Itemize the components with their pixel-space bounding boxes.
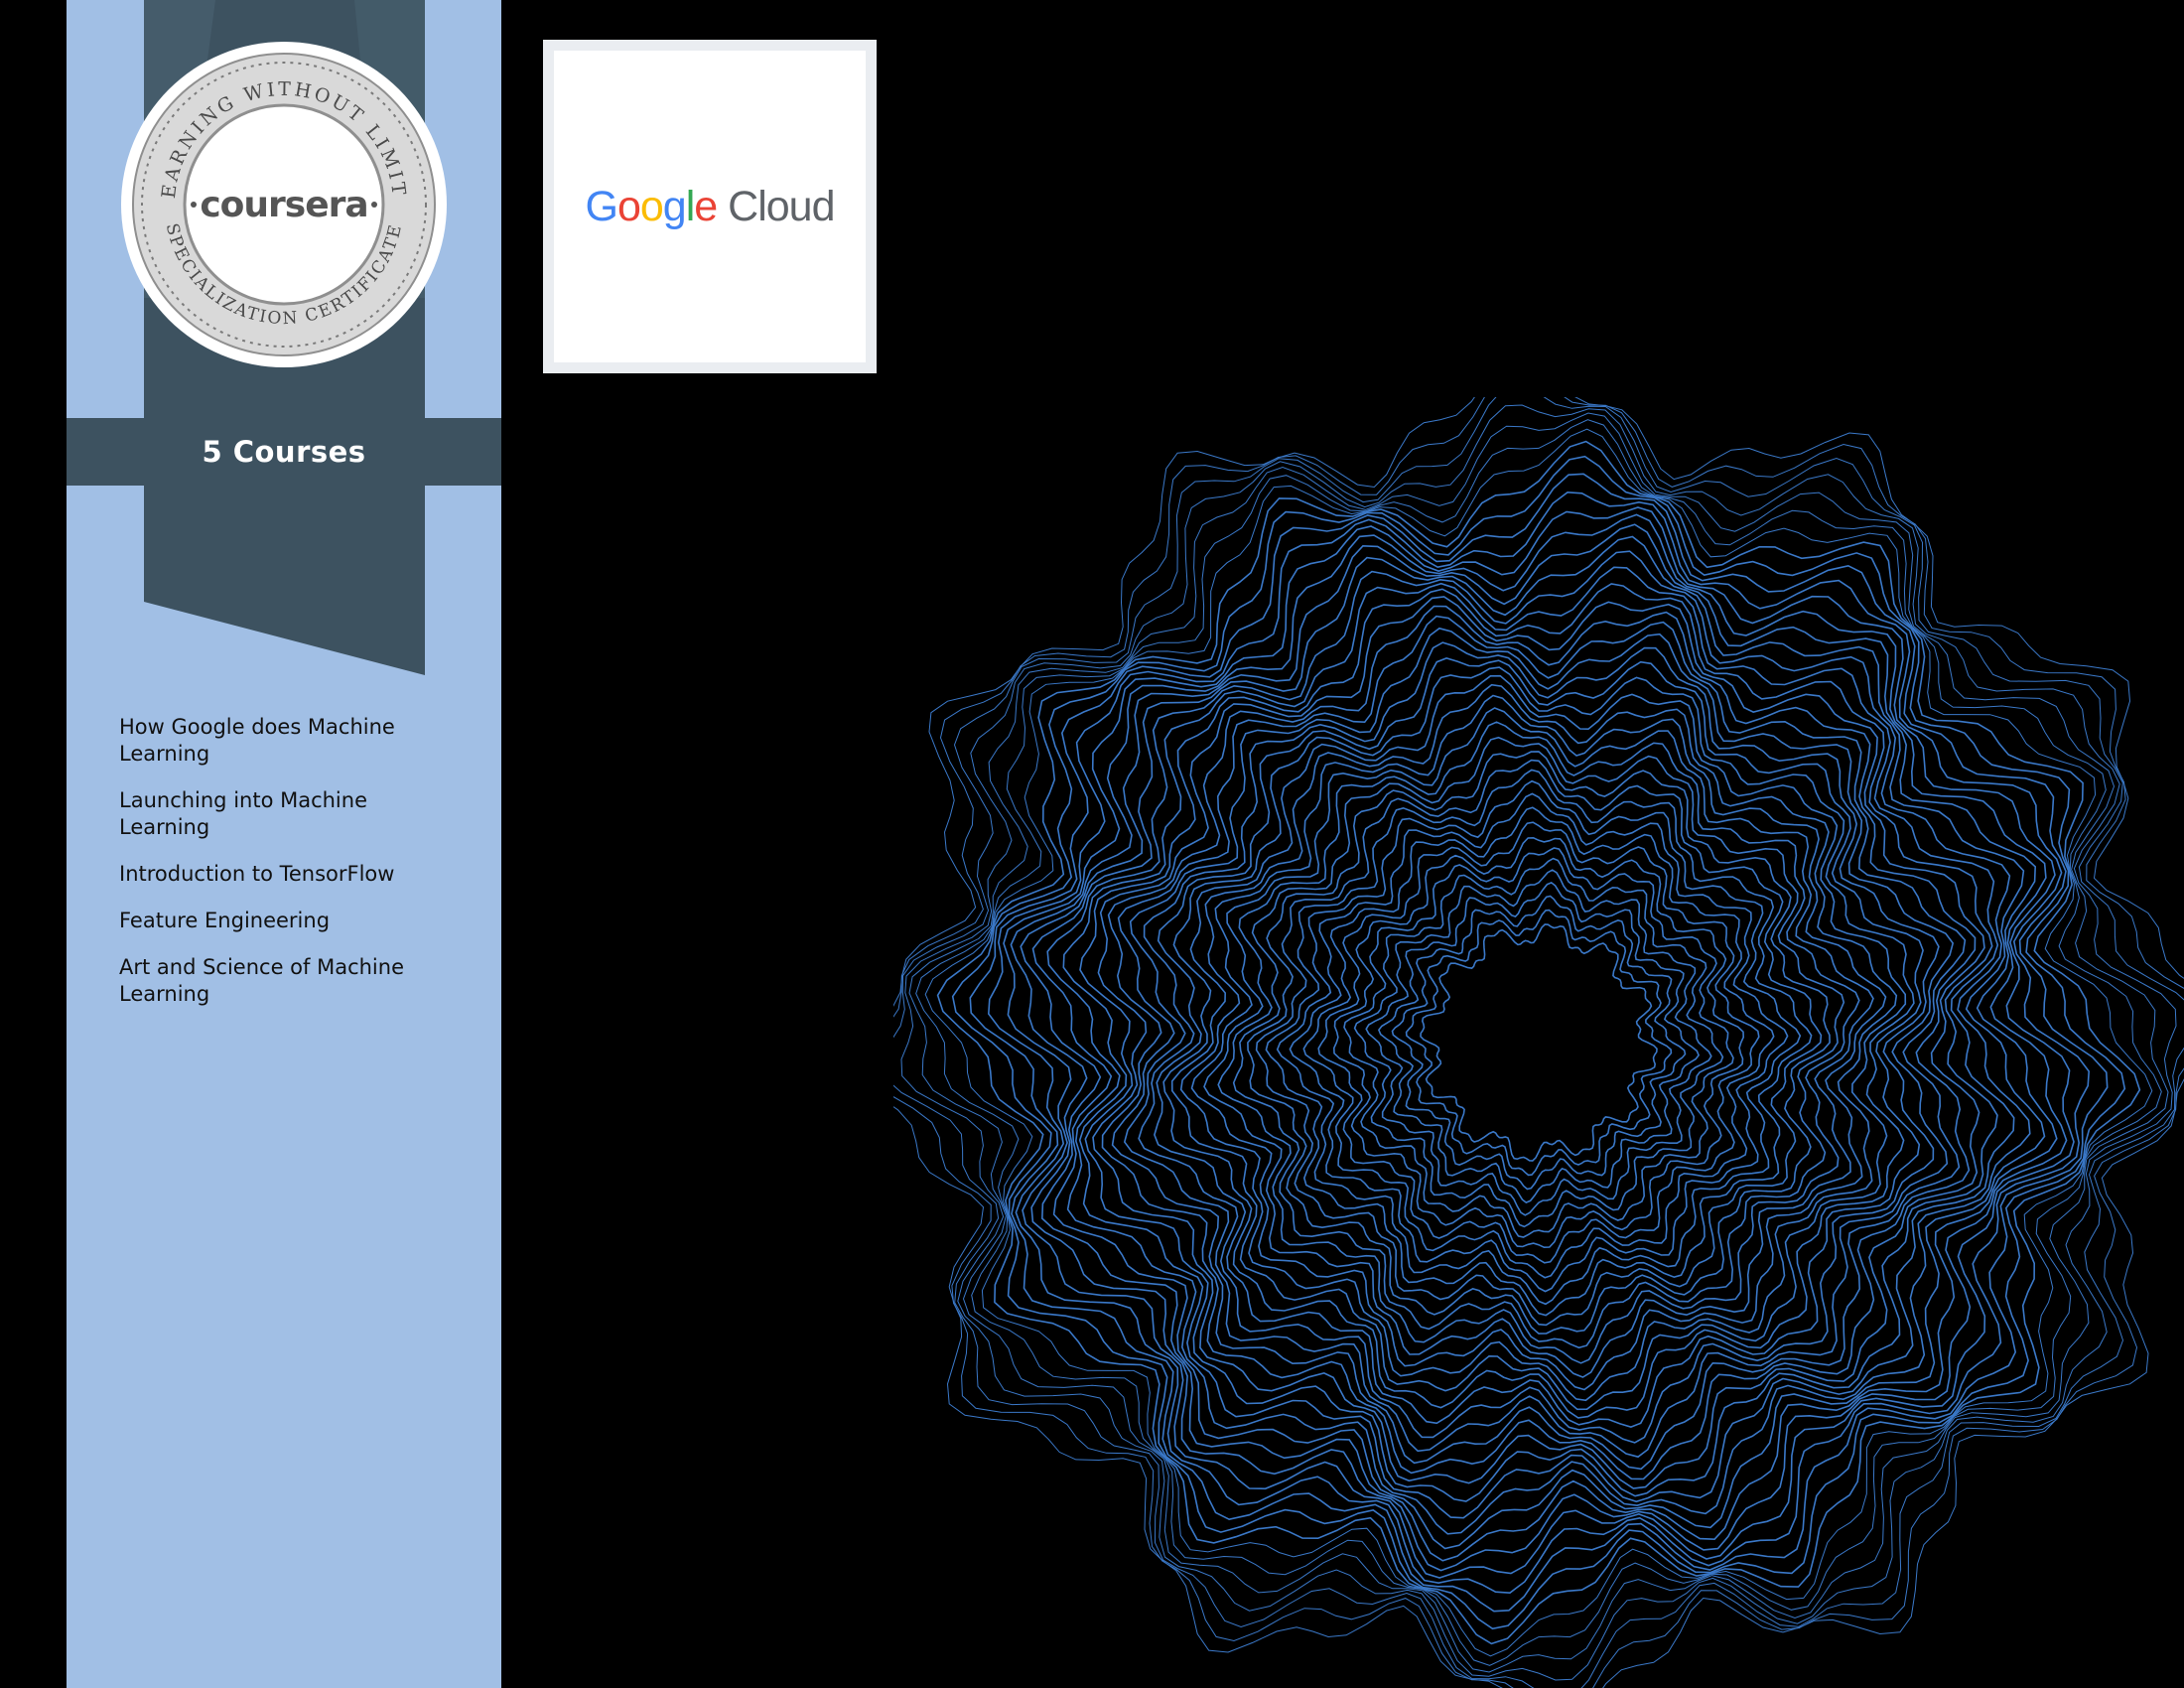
course-item: Launching into Machine Learning xyxy=(119,788,368,839)
rosette-ring xyxy=(1046,550,2031,1535)
seal-dot-left xyxy=(191,202,197,208)
seal-dot-right xyxy=(371,202,377,208)
rosette-ring xyxy=(969,473,2109,1613)
rosette-ring xyxy=(1154,657,1924,1428)
coursera-logo: coursera xyxy=(200,185,367,225)
google-cloud-wordmark: Google Cloud xyxy=(585,182,835,231)
logo-letter: G xyxy=(585,182,617,230)
rosette-ring xyxy=(1010,513,2068,1572)
rosette-ring xyxy=(1203,707,1874,1378)
rosette-ring xyxy=(1020,523,2058,1562)
rosette-ring xyxy=(1276,779,1802,1306)
logo-letter: g xyxy=(662,182,687,230)
course-item: How Google does Machine Learning xyxy=(119,715,395,766)
rosette-ring xyxy=(1391,895,1687,1191)
rosette-ring xyxy=(893,397,2184,1688)
logo-product: Cloud xyxy=(728,182,835,230)
rosette-ring xyxy=(893,397,2184,1688)
course-item: Art and Science of Machine Learning xyxy=(119,955,404,1006)
rosette-ring xyxy=(1031,535,2046,1550)
rosette-ring xyxy=(915,419,2162,1666)
logo-letter: o xyxy=(616,182,641,230)
rosette-ring xyxy=(1179,683,1898,1402)
guilloche-watermark xyxy=(893,397,2184,1688)
courses-count-banner: 5 Courses xyxy=(67,418,501,486)
google-cloud-logo: Google Cloud xyxy=(543,40,877,373)
rosette-ring xyxy=(1343,847,1734,1238)
rosette-ring xyxy=(1003,506,2075,1579)
rosette-ring xyxy=(1162,666,1915,1419)
coursera-seal: LEARNING WITHOUT LIMITS SPECIALIZATION C… xyxy=(119,40,447,367)
rosette-ring xyxy=(951,455,2126,1630)
rosette-ring xyxy=(1138,641,1940,1444)
rosette-ring xyxy=(1247,751,1831,1335)
rosette-ring xyxy=(1190,694,1887,1391)
rosette-ring xyxy=(893,397,2184,1688)
rosette-ring xyxy=(1255,759,1823,1327)
rosette-ring xyxy=(908,412,2169,1673)
rosette-ring xyxy=(924,428,2153,1657)
rosette-ring xyxy=(1420,923,1658,1162)
course-item: Feature Engineering xyxy=(119,909,331,932)
course-item: Introduction to TensorFlow xyxy=(119,862,395,886)
rosette-ring xyxy=(1302,806,1775,1279)
rosette-ring xyxy=(1170,674,1907,1411)
rosette-ring xyxy=(1232,736,1845,1349)
certificate-sidebar: LEARNING WITHOUT LIMITS SPECIALIZATION C… xyxy=(67,0,501,1688)
logo-letter: l xyxy=(685,182,696,230)
logo-letter: o xyxy=(639,182,664,230)
course-list: How Google does Machine Learning Launchi… xyxy=(119,714,462,1028)
rosette-ring xyxy=(936,440,2141,1645)
rosette-ring xyxy=(1353,857,1724,1228)
logo-letter: e xyxy=(694,182,718,230)
rosette-ring xyxy=(1377,881,1701,1204)
logo-frame: Google Cloud xyxy=(554,51,866,362)
rosette-ring xyxy=(1217,721,1860,1364)
rosette-ring xyxy=(1332,836,1745,1249)
